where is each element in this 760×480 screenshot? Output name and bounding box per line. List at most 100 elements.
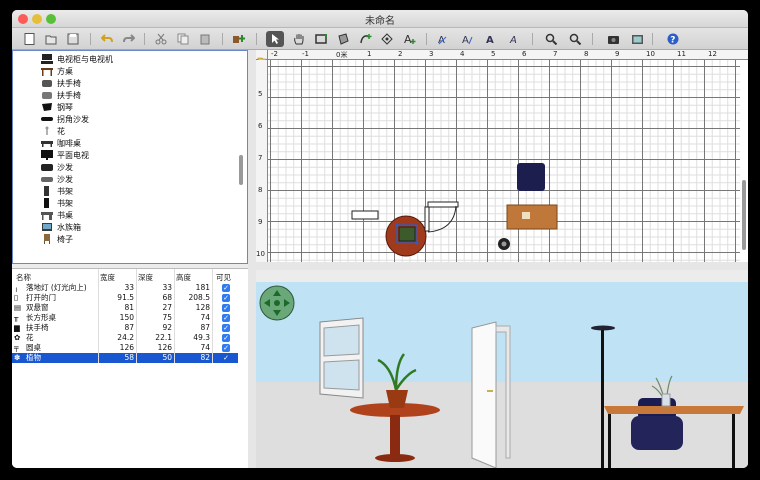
catalog-item[interactable]: 书桌 bbox=[41, 209, 73, 221]
catalog-item[interactable]: 扶手椅 bbox=[41, 77, 81, 89]
select-arrow-icon[interactable] bbox=[266, 31, 284, 47]
catalog-item[interactable]: 平面电视 bbox=[41, 149, 89, 161]
create-dimensions-icon[interactable] bbox=[378, 31, 396, 47]
catalog-item[interactable]: 方桌 bbox=[41, 65, 73, 77]
text-style-a4-icon[interactable]: A bbox=[506, 31, 524, 47]
furniture-catalog: 电视柜与电视机 方桌 扶手椅 扶手椅 钢琴 拐角沙发 花 咖啡桌 平面电视 沙发… bbox=[12, 50, 248, 264]
visible-checkbox[interactable]: ✓ bbox=[222, 294, 230, 302]
3d-floor-lamp[interactable] bbox=[591, 325, 615, 469]
redo-icon[interactable] bbox=[120, 31, 138, 47]
table-row[interactable]: ▆ 扶手椅 87 92 87 ✓ bbox=[12, 323, 238, 333]
add-text-icon[interactable]: A bbox=[400, 31, 418, 47]
plan-floor-lamp[interactable] bbox=[498, 238, 510, 250]
catalog-scrollbar[interactable] bbox=[239, 155, 243, 185]
visible-checkbox[interactable]: ✓ bbox=[222, 334, 230, 342]
paste-icon[interactable] bbox=[196, 31, 214, 47]
zoom-in-icon[interactable] bbox=[542, 31, 560, 47]
create-walls-icon[interactable] bbox=[312, 31, 330, 47]
help-icon[interactable]: ? bbox=[664, 31, 682, 47]
armchair-icon: ▆ bbox=[14, 323, 20, 332]
column-header-width[interactable]: 宽度 bbox=[100, 272, 115, 283]
create-rooms-icon[interactable] bbox=[334, 31, 352, 47]
plan-grid[interactable] bbox=[268, 60, 740, 262]
plan-window[interactable] bbox=[351, 210, 379, 220]
coffee-table-icon bbox=[41, 138, 53, 148]
visible-checkbox[interactable]: ✓ bbox=[222, 284, 230, 292]
catalog-item[interactable]: 花 bbox=[41, 125, 65, 137]
flower-icon: ✿ bbox=[14, 333, 21, 342]
text-style-a1-icon[interactable]: A bbox=[434, 31, 452, 47]
table-row-selected[interactable]: ✽ 植物 58 50 82 ✓ bbox=[12, 353, 238, 363]
flower-icon bbox=[41, 126, 53, 136]
sofa-icon bbox=[41, 174, 53, 184]
catalog-item[interactable]: 咖啡桌 bbox=[41, 137, 81, 149]
column-header-depth[interactable]: 深度 bbox=[138, 272, 153, 283]
catalog-item[interactable]: 拐角沙发 bbox=[41, 113, 89, 125]
pan-hand-icon[interactable] bbox=[290, 31, 308, 47]
save-icon[interactable] bbox=[64, 31, 82, 47]
catalog-item[interactable]: 钢琴 bbox=[41, 101, 73, 113]
window-icon: ▤ bbox=[14, 303, 22, 312]
catalog-item[interactable]: 沙发 bbox=[41, 173, 73, 185]
plan-view[interactable]: -2 -1 0米 1 2 3 4 5 6 7 8 9 10 11 12 5 6 … bbox=[256, 50, 748, 262]
plant-icon: ✽ bbox=[14, 353, 21, 362]
visible-checkbox[interactable]: ✓ bbox=[222, 314, 230, 322]
catalog-item[interactable]: 水族箱 bbox=[41, 221, 81, 233]
armchair-icon bbox=[41, 78, 53, 88]
vertical-splitter[interactable] bbox=[248, 50, 256, 468]
corner-sofa-icon bbox=[41, 114, 53, 124]
catalog-item[interactable]: 书架 bbox=[41, 197, 73, 209]
3d-plant[interactable] bbox=[377, 353, 417, 408]
create-video-icon[interactable] bbox=[628, 31, 646, 47]
furniture-list-table: 名称 宽度 深度 高度 可见 ╷ 落地灯 (灯光向上) 33 33 181 ✓ … bbox=[12, 268, 248, 468]
flat-tv-icon bbox=[41, 150, 53, 160]
3d-round-table[interactable] bbox=[350, 403, 440, 462]
desk-icon bbox=[41, 210, 53, 220]
aquarium-icon bbox=[41, 222, 53, 232]
3d-window[interactable] bbox=[319, 317, 364, 399]
catalog-item[interactable]: 沙发 bbox=[41, 161, 73, 173]
table-row[interactable]: ╷ 落地灯 (灯光向上) 33 33 181 ✓ bbox=[12, 283, 238, 293]
text-style-a2-icon[interactable]: A bbox=[458, 31, 476, 47]
ruler-top: -2 -1 0米 1 2 3 4 5 6 7 8 9 10 11 12 bbox=[268, 50, 748, 60]
create-polylines-icon[interactable] bbox=[356, 31, 374, 47]
plan-door[interactable] bbox=[424, 201, 459, 233]
visible-checkbox[interactable]: ✓ bbox=[222, 324, 230, 332]
create-photo-icon[interactable] bbox=[604, 31, 622, 47]
add-furniture-icon[interactable] bbox=[230, 31, 248, 47]
3d-view[interactable] bbox=[256, 282, 748, 468]
column-header-visible[interactable]: 可见 bbox=[216, 272, 231, 283]
catalog-item[interactable]: 电视柜与电视机 bbox=[41, 53, 113, 65]
table-row[interactable]: ╤ 圆桌 126 126 74 ✓ bbox=[12, 343, 238, 353]
table-row[interactable]: ▤ 双悬窗 81 27 128 ✓ bbox=[12, 303, 238, 313]
new-file-icon[interactable] bbox=[20, 31, 38, 47]
navigation-arrows-control[interactable] bbox=[259, 285, 295, 321]
zoom-out-icon[interactable] bbox=[566, 31, 584, 47]
copy-icon[interactable] bbox=[174, 31, 192, 47]
plan-armchair[interactable] bbox=[517, 163, 545, 191]
table-row[interactable]: ▯ 打开的门 91.5 68 208.5 ✓ bbox=[12, 293, 238, 303]
column-header-name[interactable]: 名称 bbox=[16, 272, 31, 283]
catalog-item[interactable]: 书架 bbox=[41, 185, 73, 197]
open-file-icon[interactable] bbox=[42, 31, 60, 47]
3d-armchair[interactable] bbox=[631, 398, 683, 450]
table-row[interactable]: ✿ 花 24.2 22.1 49.3 ✓ bbox=[12, 333, 238, 343]
3d-open-door[interactable] bbox=[471, 321, 511, 468]
catalog-item[interactable]: 椅子 bbox=[41, 233, 73, 245]
text-style-a3-icon[interactable]: A bbox=[482, 31, 500, 47]
plan-rectangular-table[interactable] bbox=[506, 204, 558, 230]
catalog-item[interactable]: 扶手椅 bbox=[41, 89, 81, 101]
visible-checkbox[interactable]: ✓ bbox=[222, 304, 230, 312]
visible-checkbox[interactable]: ✓ bbox=[222, 344, 230, 352]
app-window: 未命名 A A A A A ? 电视柜与电视机 方桌 扶手椅 扶手椅 钢琴 拐角… bbox=[12, 10, 748, 468]
column-header-height[interactable]: 高度 bbox=[176, 272, 191, 283]
plan-plant[interactable] bbox=[395, 223, 419, 245]
horizontal-splitter[interactable] bbox=[256, 262, 748, 270]
plan-scrollbar[interactable] bbox=[742, 180, 746, 250]
visible-checkbox[interactable]: ✓ bbox=[222, 354, 230, 362]
cut-icon[interactable] bbox=[152, 31, 170, 47]
undo-icon[interactable] bbox=[98, 31, 116, 47]
ruler-left: 5 6 7 8 9 10 bbox=[256, 60, 268, 262]
table-row[interactable]: ╥ 长方形桌 150 75 74 ✓ bbox=[12, 313, 238, 323]
sofa-icon bbox=[41, 162, 53, 172]
